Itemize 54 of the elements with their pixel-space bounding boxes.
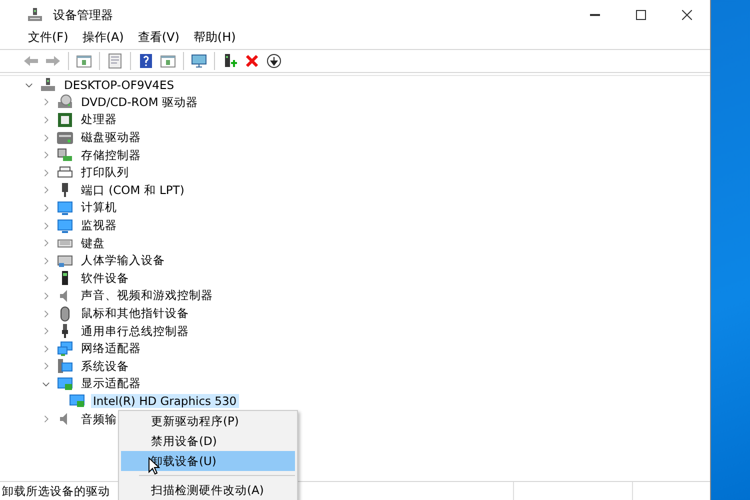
tree-item[interactable]: 计算机 — [79, 200, 119, 216]
properties-icon[interactable] — [107, 53, 123, 69]
tree-item[interactable]: Intel(R) HD Graphics 530 — [91, 394, 239, 408]
device-icon — [57, 252, 73, 269]
tree-item[interactable]: 打印队列 — [79, 165, 131, 180]
tree-item[interactable]: DVD/CD-ROM 驱动器 — [79, 94, 200, 110]
tree-item[interactable]: 存储控制器 — [79, 148, 143, 163]
device-icon — [57, 376, 73, 392]
status-text: 卸载所选设备的驱动 — [1, 484, 110, 498]
menu-item[interactable]: 文件(F) — [28, 28, 68, 46]
forward-arrow-icon[interactable] — [45, 53, 61, 69]
tree-item[interactable]: 人体学输入设备 — [79, 253, 167, 268]
device-icon — [57, 147, 73, 164]
tree-item[interactable]: DESKTOP-OF9V4ES — [62, 78, 176, 92]
display-adapter-icon — [69, 393, 85, 410]
device-icon — [57, 94, 73, 110]
monitor-scan-icon[interactable] — [191, 53, 207, 69]
tree-item[interactable]: 网络适配器 — [79, 341, 143, 356]
help-icon[interactable] — [138, 53, 154, 69]
device-icon — [57, 130, 73, 146]
window-title: 设备管理器 — [53, 6, 113, 24]
tree-item[interactable]: 显示适配器 — [79, 376, 143, 392]
download-circle-icon[interactable] — [266, 53, 282, 69]
tree-item[interactable]: 系统设备 — [79, 358, 131, 374]
computer-icon — [27, 7, 43, 23]
tree-item[interactable]: 鼠标和其他指针设备 — [79, 306, 191, 322]
tree-item[interactable]: 键盘 — [79, 236, 107, 251]
menu-item[interactable]: 查看(V) — [138, 28, 180, 46]
computer-icon — [40, 76, 56, 93]
menu-item[interactable]: 扫描检测硬件改动(A) — [121, 480, 295, 500]
device-icon — [57, 358, 73, 374]
back-arrow-icon[interactable] — [23, 53, 39, 69]
delete-icon[interactable] — [244, 53, 260, 69]
tree-item[interactable]: 声音、视频和游戏控制器 — [79, 288, 215, 304]
menu-item[interactable]: 操作(A) — [82, 28, 124, 46]
menu-item[interactable]: 帮助(H) — [193, 28, 236, 46]
tree-item[interactable]: 软件设备 — [79, 270, 131, 286]
device-icon — [57, 218, 73, 234]
close-icon[interactable] — [682, 10, 692, 20]
panel-icon[interactable] — [160, 53, 176, 69]
tree-item[interactable]: 通用串行总线控制器 — [79, 324, 191, 339]
maximize-icon[interactable] — [636, 10, 646, 20]
device-icon — [57, 112, 73, 128]
device-add-icon[interactable] — [222, 53, 238, 69]
menu-item[interactable]: 禁用设备(D) — [121, 431, 295, 451]
tree-item[interactable]: 监视器 — [79, 218, 119, 234]
tree-item[interactable]: 端口 (COM 和 LPT) — [79, 182, 186, 198]
tree-item[interactable]: 磁盘驱动器 — [79, 130, 143, 146]
device-icon — [57, 340, 73, 357]
device-icon — [57, 200, 73, 216]
tree-item[interactable]: 处理器 — [79, 112, 119, 128]
menu-item[interactable]: 更新驱动程序(P) — [121, 411, 295, 431]
panel-icon[interactable] — [76, 53, 92, 69]
tree-item[interactable]: 音频输 — [79, 412, 119, 427]
